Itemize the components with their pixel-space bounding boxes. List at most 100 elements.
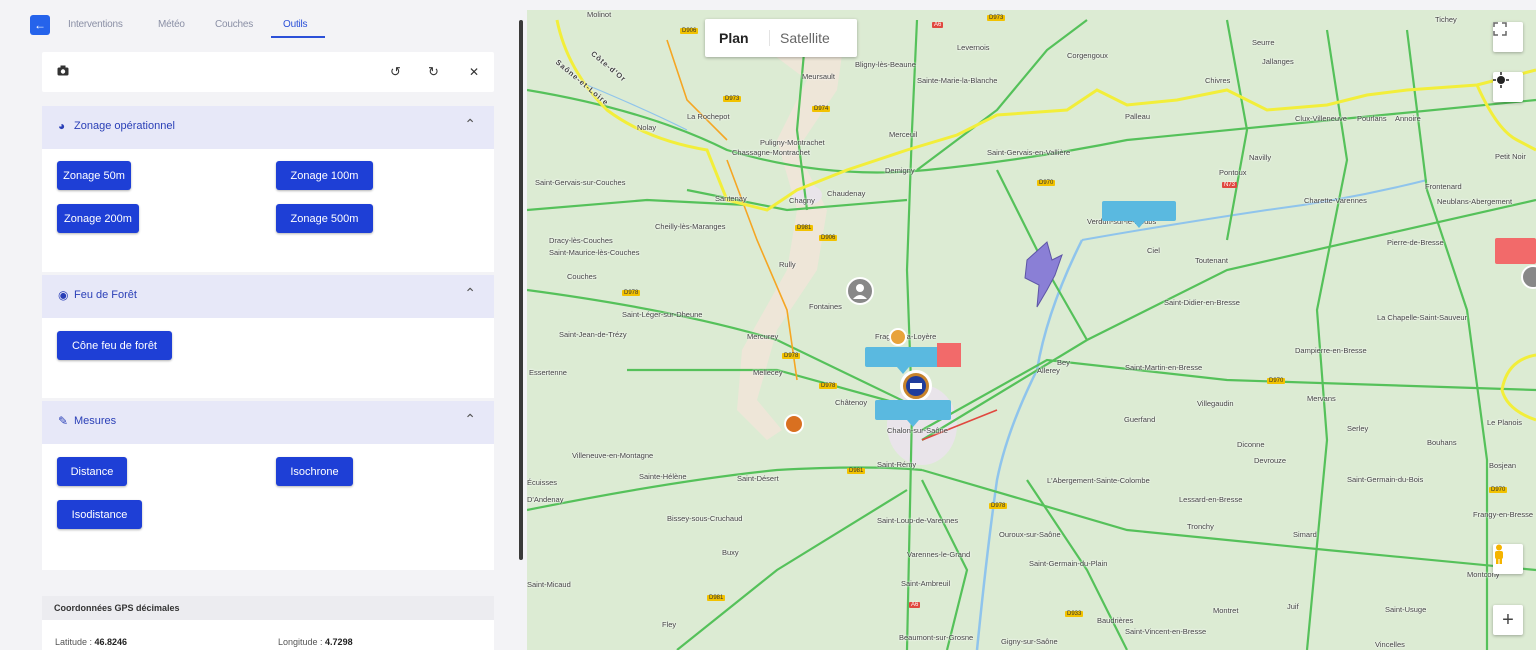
- place-label: Simard: [1293, 530, 1317, 539]
- cone-feu-button[interactable]: Cône feu de forêt: [57, 331, 172, 360]
- place-label: Jallanges: [1262, 57, 1294, 66]
- place-label: Tronchy: [1187, 522, 1214, 531]
- place-label: Mellecey: [753, 368, 783, 377]
- street-view-button[interactable]: [1493, 544, 1523, 574]
- zonage-200m-button[interactable]: Zonage 200m: [57, 204, 139, 233]
- user-icon: [853, 284, 867, 299]
- info-bubble[interactable]: [1102, 201, 1176, 228]
- section-mesures-body: Distance Isochrone Isodistance: [42, 444, 494, 570]
- place-label: La Rochepot: [687, 112, 730, 121]
- alert-marker[interactable]: [1495, 238, 1536, 264]
- road-number: D933: [1065, 611, 1084, 617]
- place-label: Diconne: [1237, 440, 1265, 449]
- place-label: Saint-Rémy: [877, 460, 917, 469]
- map-view[interactable]: Molinot Meursault Bligny-lès-Beaune Leve…: [527, 10, 1536, 650]
- road-number: N73: [1222, 182, 1238, 188]
- section-zonage-header[interactable]: ◕ Zonage opérationnel ⌃: [42, 106, 494, 149]
- place-label: Saint-Germain-du-Plain: [1029, 559, 1108, 568]
- place-label: Sainte-Marie-la-Blanche: [917, 76, 998, 85]
- place-label: Fley: [662, 620, 677, 629]
- vehicle-marker[interactable]: [900, 370, 932, 402]
- road-number: D970: [1489, 487, 1508, 493]
- alert-marker[interactable]: [937, 343, 961, 367]
- place-label: Saint-Martin-en-Bresse: [1125, 363, 1203, 372]
- chevron-up-icon[interactable]: ⌃: [464, 411, 476, 428]
- plan-button[interactable]: Plan: [719, 30, 749, 46]
- place-label: Molinot: [587, 10, 612, 19]
- map-type-control: Plan Satellite: [705, 19, 857, 57]
- section-zonage-body: Zonage 50m Zonage 100m Zonage 200m Zonag…: [42, 149, 494, 272]
- fullscreen-button[interactable]: [1493, 22, 1523, 52]
- latitude-label: Latitude :: [55, 637, 95, 647]
- section-feu-body: Cône feu de forêt: [42, 318, 494, 398]
- place-label: Villeneuve-en-Montagne: [572, 451, 654, 460]
- pencil-icon: ✎: [58, 414, 69, 428]
- road-number: D973: [723, 96, 742, 102]
- tab-outils[interactable]: Outils: [283, 19, 308, 30]
- place-label: Devrouze: [1254, 456, 1287, 465]
- place-label: Bey: [1057, 358, 1070, 367]
- place-label: Palleau: [1125, 112, 1151, 121]
- place-label: Santenay: [715, 194, 747, 203]
- info-bubble[interactable]: [865, 347, 941, 374]
- place-label: Saint-Germain-du-Bois: [1347, 475, 1424, 484]
- locate-button[interactable]: [1493, 72, 1523, 102]
- longitude-value: 4.7298: [325, 637, 353, 647]
- road-number: D974: [812, 106, 831, 112]
- close-icon[interactable]: ✕: [469, 65, 479, 79]
- zonage-50m-button[interactable]: Zonage 50m: [57, 161, 131, 190]
- road-number: D906: [819, 235, 838, 241]
- place-label: Beaumont-sur-Grosne: [899, 633, 974, 642]
- zonage-500m-button[interactable]: Zonage 500m: [276, 204, 373, 233]
- panel-scrollbar[interactable]: [519, 20, 523, 560]
- place-label: Sainte-Hélène: [639, 472, 687, 481]
- tab-meteo[interactable]: Météo: [158, 19, 185, 30]
- place-label: Demigny: [885, 166, 915, 175]
- road-number: D906: [680, 28, 699, 34]
- place-label: Neublans-Abergement: [1437, 197, 1513, 206]
- info-bubble[interactable]: [875, 400, 951, 427]
- fire-marker[interactable]: [784, 414, 804, 434]
- latitude: Latitude : 46.8246: [55, 637, 127, 647]
- tab-couches[interactable]: Couches: [215, 19, 253, 30]
- section-mesures-header[interactable]: ✎ Mesures ⌃: [42, 401, 494, 444]
- person-marker[interactable]: [846, 277, 874, 305]
- road-number: D978: [819, 383, 838, 389]
- place-label: Seurre: [1252, 38, 1275, 47]
- back-button[interactable]: ←: [30, 15, 50, 35]
- place-label: Saint-Léger-sur-Dheune: [622, 310, 703, 319]
- distance-button[interactable]: Distance: [57, 457, 127, 486]
- tools-panel: ← Interventions Météo Couches Outils ↺ ↻…: [0, 0, 523, 650]
- section-feu-header[interactable]: ◉ Feu de Forêt ⌃: [42, 275, 494, 318]
- chevron-up-icon[interactable]: ⌃: [464, 285, 476, 302]
- chevron-up-icon[interactable]: ⌃: [464, 116, 476, 133]
- fire-icon: ◉: [58, 288, 69, 302]
- zonage-100m-button[interactable]: Zonage 100m: [276, 161, 373, 190]
- place-label: Bissey-sous-Cruchaud: [667, 514, 743, 523]
- place-label: Frangy-en-Bresse: [1473, 510, 1534, 519]
- map-roads: [527, 19, 1536, 650]
- zoom-in-button[interactable]: +: [1493, 605, 1523, 635]
- incident-marker[interactable]: [889, 328, 907, 346]
- fullscreen-icon: [1493, 22, 1507, 36]
- place-label: Bosjean: [1489, 461, 1517, 470]
- place-label: Clux-Villeneuve: [1295, 114, 1347, 123]
- place-label: Couches: [567, 272, 597, 281]
- redo-icon[interactable]: ↻: [428, 65, 439, 79]
- camera-icon[interactable]: [57, 65, 69, 79]
- place-label: Annoire: [1395, 114, 1421, 123]
- undo-icon[interactable]: ↺: [390, 65, 401, 79]
- satellite-button[interactable]: Satellite: [769, 30, 830, 46]
- isodistance-button[interactable]: Isodistance: [57, 500, 142, 529]
- place-label: Montret: [1213, 606, 1239, 615]
- tab-interventions[interactable]: Interventions: [68, 19, 123, 30]
- place-label: D'Andenay: [527, 495, 564, 504]
- place-label: Chivres: [1205, 76, 1231, 85]
- top-nav: ← Interventions Météo Couches Outils: [0, 0, 520, 40]
- latitude-value: 46.8246: [94, 637, 128, 647]
- isochrone-button[interactable]: Isochrone: [276, 457, 353, 486]
- place-label: Meursault: [802, 72, 835, 81]
- place-label: Villegaudin: [1197, 399, 1234, 408]
- gps-header: Coordonnées GPS décimales: [42, 596, 494, 620]
- place-label: Navilly: [1249, 153, 1272, 162]
